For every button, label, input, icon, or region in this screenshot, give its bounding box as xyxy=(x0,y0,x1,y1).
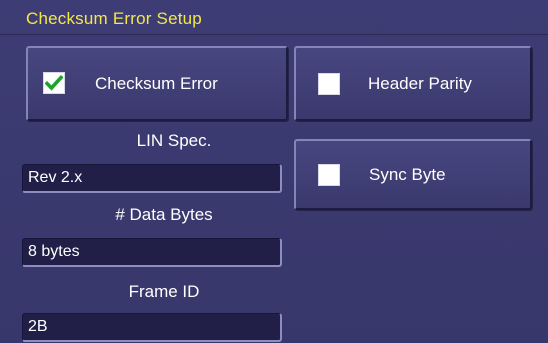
sync-byte-toggle[interactable]: Sync Byte xyxy=(294,139,532,210)
lin-spec-label: LIN Spec. xyxy=(136,131,212,150)
checksum-error-setup-panel: Checksum Error Setup Checksum Error Head… xyxy=(0,0,548,343)
header-parity-checkbox[interactable] xyxy=(318,73,340,95)
checksum-error-toggle[interactable]: Checksum Error xyxy=(26,46,288,121)
check-icon xyxy=(45,74,63,91)
sync-byte-label: Sync Byte xyxy=(369,165,446,184)
frame-id-input[interactable]: 2B xyxy=(22,313,282,342)
title-divider xyxy=(0,34,548,35)
sync-byte-checkbox[interactable] xyxy=(318,164,340,186)
data-bytes-label: # Data Bytes xyxy=(115,205,213,224)
frame-id-label: Frame ID xyxy=(128,282,200,301)
header-parity-label: Header Parity xyxy=(368,74,472,93)
header-parity-toggle[interactable]: Header Parity xyxy=(294,46,532,121)
panel-title: Checksum Error Setup xyxy=(26,9,202,28)
data-bytes-select[interactable]: 8 bytes xyxy=(22,238,282,267)
checksum-error-label: Checksum Error xyxy=(95,74,218,93)
lin-spec-select[interactable]: Rev 2.x xyxy=(22,164,282,193)
checksum-error-checkbox[interactable] xyxy=(43,72,65,94)
